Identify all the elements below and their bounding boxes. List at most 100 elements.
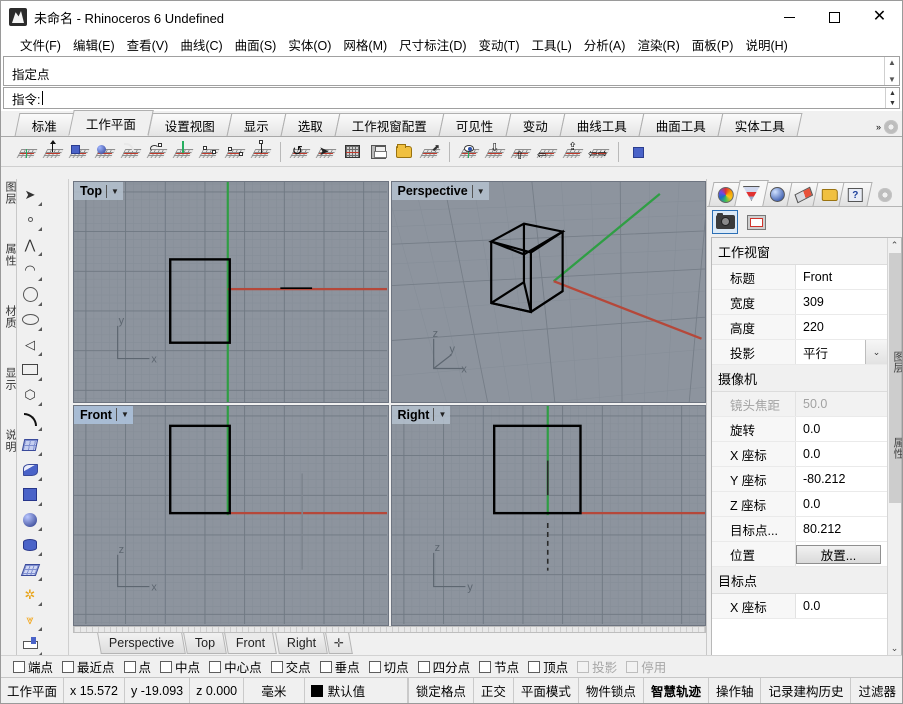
menu-help[interactable]: 说明(H) (739, 33, 793, 56)
prop-row-title[interactable]: 标题 Front (712, 265, 887, 290)
menu-solid[interactable]: 实体(O) (282, 33, 337, 56)
ellipse-icon[interactable] (17, 307, 43, 332)
left-edge-label-1[interactable]: 图层 (2, 181, 16, 205)
scroll-up-icon[interactable]: ▲ (888, 58, 896, 67)
cplane-down-icon[interactable]: ⇩ (483, 140, 507, 164)
prop-value[interactable]: 80.212 (796, 517, 887, 541)
viewport-top-label[interactable]: Top ▼ (74, 182, 123, 200)
set-cplane-to-object-icon[interactable] (67, 140, 91, 164)
menu-render[interactable]: 渲染(R) (631, 33, 685, 56)
status-mode-ortho[interactable]: 正交 (474, 678, 514, 703)
boolean-union-icon[interactable]: ✲ (17, 582, 43, 607)
chevron-down-icon[interactable]: ⌄ (865, 340, 887, 364)
checkbox[interactable] (160, 660, 173, 673)
gear-icon[interactable] (884, 120, 898, 134)
status-mode-smarttrack[interactable]: 智慧轨迹 (644, 678, 709, 703)
prop-row-camera-x[interactable]: X 座标 0.0 (712, 442, 887, 467)
osnap-disable[interactable]: 停用 (626, 657, 666, 676)
menu-analyze[interactable]: 分析(A) (578, 33, 632, 56)
undo-cplane-change-icon[interactable]: ↺ (288, 140, 312, 164)
osnap-end[interactable]: 端点 (13, 657, 53, 676)
menu-panels[interactable]: 面板(P) (686, 33, 740, 56)
checkbox[interactable] (577, 660, 590, 673)
tab-help[interactable]: ? (838, 182, 873, 206)
chevron-down-icon[interactable]: ▼ (438, 410, 446, 419)
prop-row-target-distance[interactable]: 目标点... 80.212 (712, 517, 887, 542)
status-mode-gumball[interactable]: 操作轴 (709, 678, 762, 703)
toolbar-tab-solid-tools[interactable]: 实体工具 (717, 113, 803, 136)
menu-tools[interactable]: 工具(L) (525, 33, 577, 56)
toolbar-tab-cplane[interactable]: 工作平面 (68, 110, 154, 136)
set-cplane-by-points-icon[interactable] (197, 140, 221, 164)
menu-file[interactable]: 文件(F) (14, 33, 67, 56)
toolbar-tab-surface-tools[interactable]: 曲面工具 (638, 113, 724, 136)
prop-value[interactable]: 0.0 (796, 492, 887, 516)
prop-row-camera-z[interactable]: Z 座标 0.0 (712, 492, 887, 517)
subtab-camera[interactable] (712, 210, 738, 234)
prop-row-placement[interactable]: 位置 放置... (712, 542, 887, 567)
menu-surface[interactable]: 曲面(S) (229, 33, 283, 56)
subtab-viewport-frame[interactable] (743, 210, 769, 234)
toolbar-tab-transform[interactable]: 变动 (505, 113, 566, 136)
checkbox[interactable] (417, 660, 430, 673)
tab-properties[interactable] (734, 180, 769, 206)
menu-edit[interactable]: 编辑(E) (67, 33, 121, 56)
command-history-scrollbar[interactable]: ▲ ▼ (884, 57, 899, 85)
viewport-top[interactable]: y x Top ▼ (73, 181, 389, 403)
circle-center-radius-icon[interactable] (17, 282, 43, 307)
surface-loft-icon[interactable] (17, 457, 43, 482)
viewport-front-label[interactable]: Front ▼ (74, 405, 133, 424)
set-cplane-vertical-icon[interactable] (249, 139, 273, 164)
checkbox[interactable] (123, 660, 136, 673)
status-mode-record-history[interactable]: 记录建构历史 (761, 678, 852, 703)
left-edge-label-3[interactable]: 材质 (2, 305, 16, 329)
cplane-to-object-icon[interactable] (626, 140, 650, 164)
checkbox[interactable] (270, 660, 283, 673)
viewport-right-label[interactable]: Right ▼ (391, 405, 451, 424)
osnap-intersection[interactable]: 交点 (270, 657, 311, 676)
control-point-curve-icon[interactable]: ◠ (17, 257, 43, 282)
place-camera-button[interactable]: 放置... (796, 544, 881, 564)
status-mode-filter[interactable]: 过滤器 (851, 678, 902, 703)
checkbox[interactable] (209, 660, 222, 673)
checkbox[interactable] (62, 660, 75, 673)
prop-row-camera-y[interactable]: Y 座标 -80.212 (712, 467, 887, 492)
toolbar-tab-visibility[interactable]: 可见性 (438, 113, 512, 136)
set-cplane-to-curve-icon[interactable] (119, 140, 143, 164)
checkbox[interactable] (528, 660, 541, 673)
minimize-button[interactable] (767, 1, 812, 33)
toolbar-tab-setview[interactable]: 设置视图 (147, 113, 233, 136)
status-cplane[interactable]: 工作平面 (1, 678, 65, 703)
close-button[interactable]: ✕ (857, 1, 902, 33)
menu-dimension[interactable]: 尺寸标注(D) (393, 33, 472, 56)
osnap-mid[interactable]: 中点 (160, 657, 200, 676)
scroll-down-icon[interactable]: ▼ (888, 75, 896, 84)
prop-row-projection[interactable]: 投影 平行 ⌄ (712, 340, 887, 365)
osnap-center[interactable]: 中心点 (209, 657, 262, 676)
explode-icon[interactable]: ⩔ (17, 607, 43, 632)
trim-icon[interactable] (17, 632, 43, 657)
prop-value[interactable]: 220 (796, 315, 887, 339)
checkbox[interactable] (13, 660, 25, 673)
add-viewport-tab-button[interactable]: ✛ (324, 633, 353, 654)
toolbar-tab-curve-tools[interactable]: 曲线工具 (559, 113, 645, 136)
layer-color-swatch[interactable] (310, 684, 323, 697)
set-cplane-perpendicular-icon[interactable] (171, 140, 195, 164)
export-cplane-icon[interactable]: ⬈ (418, 140, 442, 164)
set-cplane-3points-icon[interactable] (145, 140, 169, 164)
gear-icon[interactable] (878, 188, 892, 202)
set-cplane-elevation-icon[interactable] (41, 139, 65, 164)
prop-value[interactable]: 0.0 (796, 417, 887, 441)
prop-value[interactable]: 309 (796, 290, 887, 314)
chevron-down-icon[interactable]: ▼ (477, 187, 485, 196)
osnap-near[interactable]: 最近点 (62, 657, 115, 676)
toolbar-tab-select[interactable]: 选取 (280, 113, 341, 136)
status-mode-grid-snap[interactable]: 锁定格点 (409, 678, 474, 703)
point-object-icon[interactable] (17, 207, 43, 232)
cplane-up-icon[interactable]: ⇧ (509, 140, 533, 164)
polyline-icon[interactable]: ⋀ (17, 232, 43, 257)
prop-row-target-x[interactable]: X 座标 0.0 (712, 594, 887, 619)
osnap-knot[interactable]: 节点 (479, 657, 519, 676)
osnap-vertex[interactable]: 顶点 (528, 657, 568, 676)
menu-transform[interactable]: 变动(T) (473, 33, 526, 56)
